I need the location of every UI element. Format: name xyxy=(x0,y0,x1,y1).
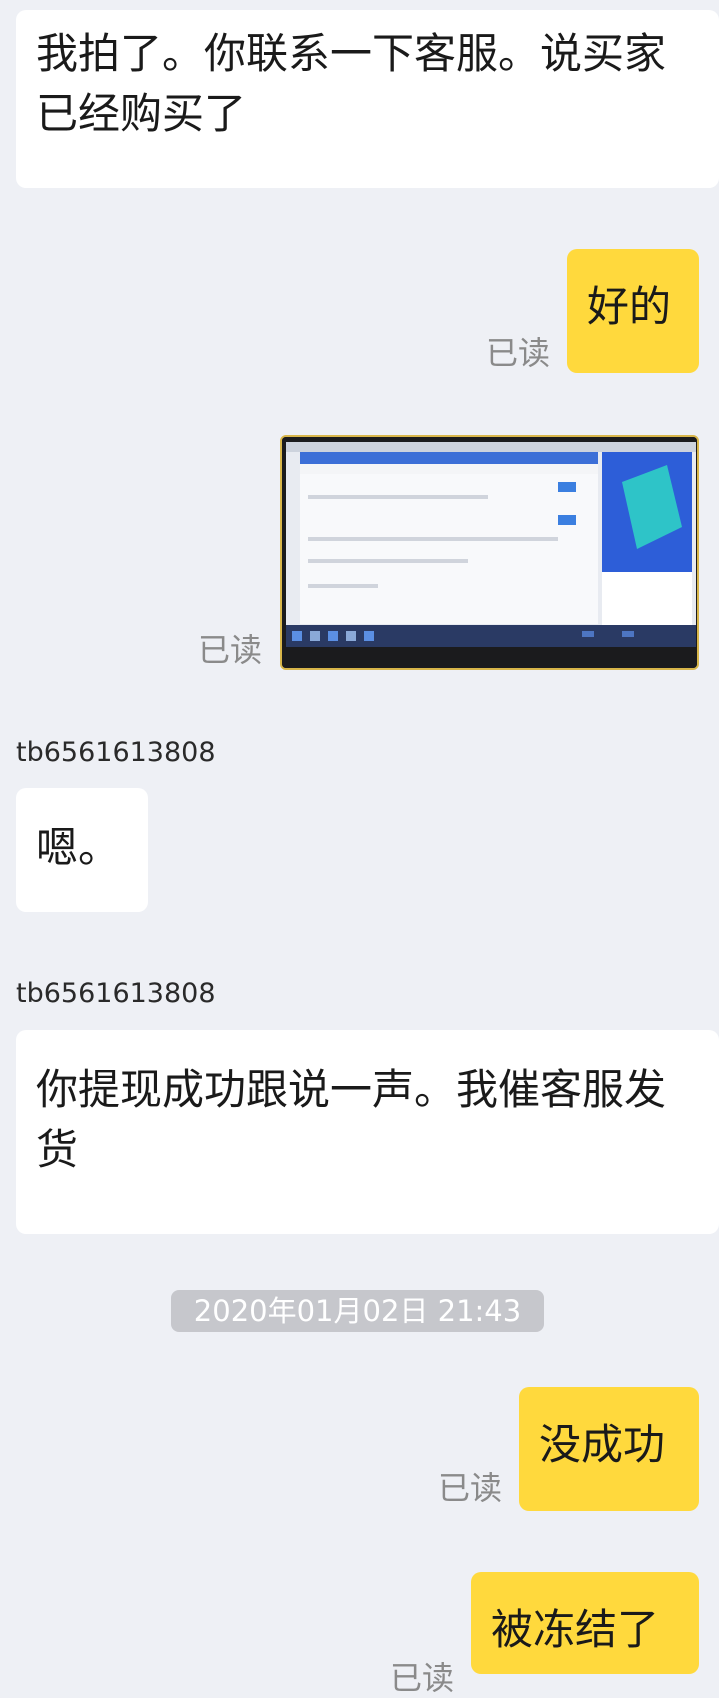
message-text: 被冻结了 xyxy=(491,1605,660,1654)
read-status: 已读 xyxy=(438,1469,503,1507)
outgoing-message-bubble[interactable]: 没成功 xyxy=(519,1387,699,1511)
read-status: 已读 xyxy=(486,334,551,372)
sender-name: tb6561613808 xyxy=(16,978,216,1009)
message-text: 你提现成功跟说一声。我催客服发货 xyxy=(36,1065,667,1174)
message-text: 没成功 xyxy=(539,1420,666,1469)
outgoing-message-bubble[interactable]: 好的 xyxy=(567,249,699,373)
read-status: 已读 xyxy=(198,631,263,669)
screenshot-image-icon xyxy=(282,437,697,668)
incoming-message-bubble[interactable]: 你提现成功跟说一声。我催客服发货 xyxy=(16,1030,719,1234)
chat-message-list[interactable]: 我拍了。你联系一下客服。说买家已经购买了 已读 好的 已读 tb65616138… xyxy=(0,0,719,1697)
read-status: 已读 xyxy=(390,1659,455,1697)
message-text: 好的 xyxy=(587,282,672,331)
incoming-message-bubble[interactable]: 嗯。 xyxy=(16,788,148,912)
sender-name: tb6561613808 xyxy=(16,737,216,768)
outgoing-message-bubble[interactable]: 被冻结了 xyxy=(471,1572,699,1674)
time-divider: 2020年01月02日 21:43 xyxy=(171,1290,544,1332)
message-text: 嗯。 xyxy=(36,823,121,872)
message-text: 我拍了。你联系一下客服。说买家已经购买了 xyxy=(36,29,667,138)
image-message[interactable] xyxy=(280,435,699,670)
incoming-message-bubble[interactable]: 我拍了。你联系一下客服。说买家已经购买了 xyxy=(16,10,719,188)
